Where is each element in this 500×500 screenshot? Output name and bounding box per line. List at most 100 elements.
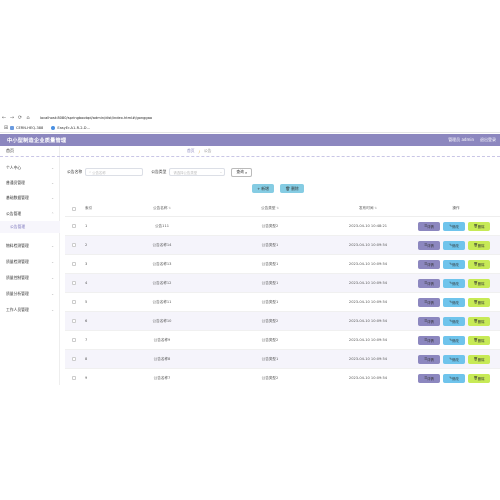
detail-button[interactable]: ☰ 详情 [418,373,440,383]
edit-button[interactable]: ✎ 修改 [443,373,465,383]
edit-button[interactable]: ✎ 修改 [443,335,465,345]
row-checkbox[interactable] [72,376,76,380]
detail-button[interactable]: ☰ 详情 [418,221,440,231]
app-header: 中小型制造企业质量管理 管理员 admin 退出登录 [0,134,500,146]
delete-button[interactable]: 🗑 删除 [468,354,490,364]
url-field[interactable]: localhost:8080/springbootqd/admin/dist/i… [40,116,152,120]
sidebar-item-material-inspection[interactable]: 物料检测管理 ⌄ [0,239,60,252]
table-row: 8 公告名称8 公告类型1 2023-04-10 10:09:54 ☰ 详情 ✎ 修改 🗑 删除 [65,350,500,369]
sidebar-subitem-announcements[interactable]: 公告管理 [0,221,60,233]
sort-icon[interactable]: ⇅ [374,206,377,210]
sidebar-item-label: 公告管理 [6,210,22,216]
detail-button[interactable]: ☰ 详情 [418,335,440,345]
header-date[interactable]: 发布时间⇅ [324,206,412,211]
edit-button[interactable]: ✎ 修改 [443,354,465,364]
trash-icon: 🗑 [285,186,291,191]
edit-button[interactable]: ✎ 修改 [443,221,465,231]
header-type-label: 公告类型 [261,206,276,210]
sidebar-home[interactable]: 首页 [0,146,60,157]
sidebar-item-quality-inspection[interactable]: 质量检测管理 ⌄ [0,255,60,268]
sidebar-item-personal-center[interactable]: 个人中心 ⌄ [0,161,60,174]
search-button[interactable]: 查询 ⌕ [231,167,253,177]
delete-button[interactable]: 🗑 删除 [468,278,490,288]
cell-date: 2023-04-10 10:09:54 [348,357,388,361]
batch-delete-button[interactable]: 🗑 删除 [280,184,304,193]
row-select-cell [65,338,83,342]
sort-icon[interactable]: ⇅ [168,206,171,210]
type-filter-select[interactable]: 请选择公告类型 ⌄ [169,168,226,176]
row-checkbox[interactable] [72,319,76,323]
row-checkbox[interactable] [72,281,76,285]
home-icon[interactable]: ⌂ [24,115,32,121]
detail-button[interactable]: ☰ 详情 [418,278,440,288]
cell-date: 2023-04-10 10:48:21 [348,224,388,228]
detail-label: 详情 [427,281,434,286]
table-row: 6 公告名称10 公告类型2 2023-04-10 10:09:54 ☰ 详情 ✎ 修改 🗑 删除 [65,312,500,331]
search-icon: ⌕ [244,169,248,175]
sidebar-item-announcements[interactable]: 公告管理 ⌃ [0,207,60,220]
delete-label: 删除 [477,281,485,286]
row-select-cell [65,262,83,266]
breadcrumb-home[interactable]: 首页 [187,148,195,154]
browser-window: ← → ⟳ ⌂ localhost:8080/springbootqd/admi… [0,113,500,385]
delete-label: 删除 [477,319,485,324]
header-name[interactable]: 公告名称⇅ [108,206,216,211]
chevron-down-icon: ⌄ [51,165,54,170]
sidebar-item-staff[interactable]: 普通员管理 ⌄ [0,176,60,189]
sidebar-item-base-data[interactable]: 基础数据管理 ⌄ [0,191,60,204]
edit-button[interactable]: ✎ 修改 [443,240,465,250]
cell-ops: ☰ 详情 ✎ 修改 🗑 删除 [412,297,500,307]
cell-index: 9 [85,376,88,380]
detail-button[interactable]: ☰ 详情 [418,259,440,269]
row-checkbox[interactable] [72,262,76,266]
forward-icon[interactable]: → [8,115,16,121]
bookmark-item[interactable]: EasyEr-A1-R-2-D... [51,125,90,130]
delete-button[interactable]: 🗑 删除 [468,221,490,231]
sidebar-item-staff-management[interactable]: 工作人员管理 ⌄ [0,303,60,316]
row-select-cell [65,357,83,361]
name-filter-input[interactable]: ⌕ 公告名称 [85,168,144,176]
cell-index: 7 [85,338,88,342]
header-type[interactable]: 公告类型⇅ [216,206,324,211]
row-checkbox[interactable] [72,300,76,304]
edit-button[interactable]: ✎ 修改 [443,316,465,326]
detail-button[interactable]: ☰ 详情 [418,240,440,250]
edit-button[interactable]: ✎ 修改 [443,297,465,307]
sidebar-item-quality-control[interactable]: 质量控制管理 ⌄ [0,271,60,284]
row-checkbox[interactable] [72,357,76,361]
detail-button[interactable]: ☰ 详情 [418,354,440,364]
cell-index: 2 [85,243,88,247]
chevron-down-icon: ⌄ [51,195,54,200]
delete-button[interactable]: 🗑 删除 [468,297,490,307]
sort-icon[interactable]: ⇅ [276,206,279,210]
bookmark-favicon-icon [10,125,14,130]
row-checkbox[interactable] [72,224,76,228]
row-checkbox[interactable] [72,338,76,342]
apps-icon[interactable]: ⊞ [2,125,10,131]
plus-icon: + [257,186,261,191]
edit-button[interactable]: ✎ 修改 [443,278,465,288]
logout-link[interactable]: 退出登录 [480,137,496,143]
add-button[interactable]: + 新增 [252,184,274,193]
select-all-checkbox[interactable] [72,206,76,211]
edit-button[interactable]: ✎ 修改 [443,259,465,269]
bookmark-item[interactable]: CERN-HEQ-388 [10,125,43,130]
chevron-down-icon: ⌄ [51,307,54,312]
edit-label: 修改 [452,357,459,362]
breadcrumb-current: 公告 [203,148,212,153]
reload-icon[interactable]: ⟳ [16,115,24,121]
delete-label: 删除 [477,338,485,343]
edit-label: 修改 [452,262,459,267]
delete-label: 删除 [477,376,485,381]
row-checkbox[interactable] [72,243,76,247]
detail-button[interactable]: ☰ 详情 [418,316,440,326]
delete-button[interactable]: 🗑 删除 [468,259,490,269]
delete-button[interactable]: 🗑 删除 [468,240,490,250]
delete-label: 删除 [477,357,485,362]
detail-button[interactable]: ☰ 详情 [418,297,440,307]
delete-button[interactable]: 🗑 删除 [468,373,490,383]
sidebar-item-quality-analysis[interactable]: 质量分析管理 ⌄ [0,287,60,300]
back-icon[interactable]: ← [0,115,8,121]
delete-button[interactable]: 🗑 删除 [468,316,490,326]
delete-button[interactable]: 🗑 删除 [468,335,490,345]
